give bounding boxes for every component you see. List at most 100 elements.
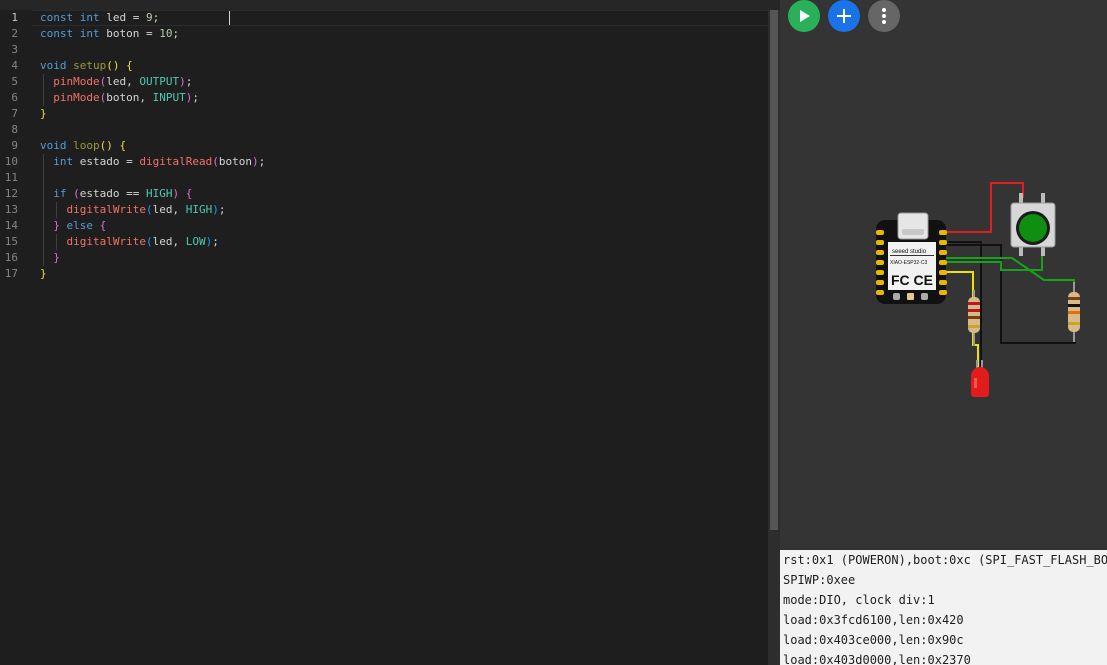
- code-token: (: [73, 187, 80, 200]
- code-token: int: [53, 155, 74, 168]
- resistor-pulldown[interactable]: [1068, 282, 1080, 342]
- serial-output-line: SPIWP:0xee: [783, 573, 856, 587]
- indent-guide: [56, 234, 57, 250]
- wire-green-button[interactable]: [945, 252, 1043, 271]
- line-number: 11: [4, 171, 18, 184]
- code-token: ;: [212, 235, 219, 248]
- wire-black-resistor[interactable]: [945, 244, 1076, 344]
- code-token: INPUT: [152, 91, 186, 104]
- line-number: 4: [11, 59, 18, 72]
- code-line[interactable]: void setup() {: [40, 58, 768, 74]
- code-editor[interactable]: 1 2 3 4 5 6 7 8 9 10 11 12 13 14 15 16 1…: [0, 10, 768, 665]
- code-token: pinMode: [53, 91, 100, 104]
- code-token: int: [79, 27, 100, 40]
- code-token: else: [59, 219, 100, 232]
- code-token: (: [145, 235, 153, 248]
- line-number: 17: [4, 267, 18, 280]
- code-line[interactable]: [40, 170, 768, 186]
- code-line[interactable]: const int boton = 10;: [40, 26, 768, 42]
- indent-guide: [43, 154, 44, 170]
- code-line[interactable]: [40, 122, 768, 138]
- code-token: ;: [152, 11, 160, 24]
- code-token: HIGH: [185, 203, 213, 216]
- line-number: 12: [4, 187, 18, 200]
- code-line[interactable]: int estado = digitalRead(boton);: [40, 154, 768, 170]
- serial-output-line: load:0x403ce000,len:0x90c: [783, 633, 964, 647]
- code-token: OUTPUT: [139, 75, 180, 88]
- code-token: }: [40, 107, 47, 120]
- code-line[interactable]: }: [40, 106, 768, 122]
- serial-monitor[interactable]: rst:0x1 (POWERON),boot:0xc (SPI_FAST_FLA…: [780, 550, 1107, 665]
- top-strip: [0, 0, 780, 10]
- code-token: digitalWrite: [66, 203, 146, 216]
- code-token: digitalRead: [139, 155, 213, 168]
- board-model: XIAO-ESP32-C3: [890, 260, 927, 266]
- line-number: 15: [4, 235, 18, 248]
- scrollbar-thumb[interactable]: [770, 10, 778, 530]
- indent-guide: [43, 250, 44, 266]
- code-token: setup: [73, 59, 107, 72]
- code-token: LOW: [185, 235, 206, 248]
- code-token: {: [179, 187, 193, 200]
- code-token: estado =: [73, 155, 140, 168]
- code-line[interactable]: } else {: [40, 218, 768, 234]
- simulation-canvas[interactable]: seeed studio XIAO-ESP32-C3 FC CE: [780, 0, 1107, 550]
- code-line[interactable]: }: [40, 250, 768, 266]
- editor-scrollbar[interactable]: [768, 10, 780, 665]
- code-token: {: [119, 59, 133, 72]
- indent-guide: [56, 202, 57, 218]
- indent-guide: [43, 234, 44, 250]
- xiao-esp32-c3-board[interactable]: seeed studio XIAO-ESP32-C3 FC CE: [876, 212, 947, 304]
- code-token: }: [40, 267, 47, 280]
- code-token: ;: [172, 27, 180, 40]
- line-number: 2: [11, 27, 18, 40]
- indent-guide: [43, 90, 44, 106]
- code-line[interactable]: const int led = 9;: [40, 10, 768, 26]
- push-button[interactable]: [1010, 193, 1056, 256]
- code-line[interactable]: digitalWrite(led, LOW);: [40, 234, 768, 250]
- code-token: if: [53, 187, 67, 200]
- code-token: (: [212, 155, 219, 168]
- code-token: boton: [218, 155, 252, 168]
- code-token: pinMode: [53, 75, 100, 88]
- code-line[interactable]: pinMode(boton, INPUT);: [40, 90, 768, 106]
- code-line[interactable]: if (estado == HIGH) {: [40, 186, 768, 202]
- code-token: digitalWrite: [66, 235, 146, 248]
- code-token: ): [251, 155, 259, 168]
- indent-guide: [43, 74, 44, 90]
- code-line[interactable]: digitalWrite(led, HIGH);: [40, 202, 768, 218]
- code-token: boton,: [106, 91, 153, 104]
- board-brand: seeed studio: [892, 249, 927, 255]
- code-token: const: [40, 27, 74, 40]
- line-number: 8: [11, 123, 18, 136]
- code-lines[interactable]: const int led = 9; const int boton = 10;…: [40, 10, 768, 282]
- code-line[interactable]: }: [40, 266, 768, 282]
- code-token: (): [99, 139, 113, 152]
- serial-output-line: load:0x403d0000,len:0x2370: [783, 653, 971, 665]
- code-line[interactable]: pinMode(led, OUTPUT);: [40, 74, 768, 90]
- code-token: HIGH: [145, 187, 173, 200]
- line-number: 6: [11, 91, 18, 104]
- code-token: void: [40, 59, 67, 72]
- serial-output-line: rst:0x1 (POWERON),boot:0xc (SPI_FAST_FLA…: [783, 553, 1107, 567]
- code-token: estado ==: [79, 187, 146, 200]
- code-token: led,: [152, 235, 186, 248]
- code-token: boton =: [99, 27, 160, 40]
- serial-output-line: load:0x3fcd6100,len:0x420: [783, 613, 964, 627]
- line-gutter: 1 2 3 4 5 6 7 8 9 10 11 12 13 14 15 16 1…: [0, 10, 32, 282]
- resistor-led[interactable]: [968, 290, 980, 346]
- code-token: }: [53, 219, 60, 232]
- line-number: 7: [11, 107, 18, 120]
- code-token: ;: [185, 75, 193, 88]
- code-token: }: [53, 251, 60, 264]
- code-token: {: [99, 219, 107, 232]
- line-number: 13: [4, 203, 18, 216]
- code-line[interactable]: [40, 42, 768, 58]
- code-line[interactable]: void loop() {: [40, 138, 768, 154]
- circuit-diagram[interactable]: seeed studio XIAO-ESP32-C3 FC CE: [780, 0, 1107, 550]
- code-token: const: [40, 11, 74, 24]
- code-token: ;: [192, 91, 199, 104]
- line-number: 9: [11, 139, 18, 152]
- code-token: loop: [73, 139, 100, 152]
